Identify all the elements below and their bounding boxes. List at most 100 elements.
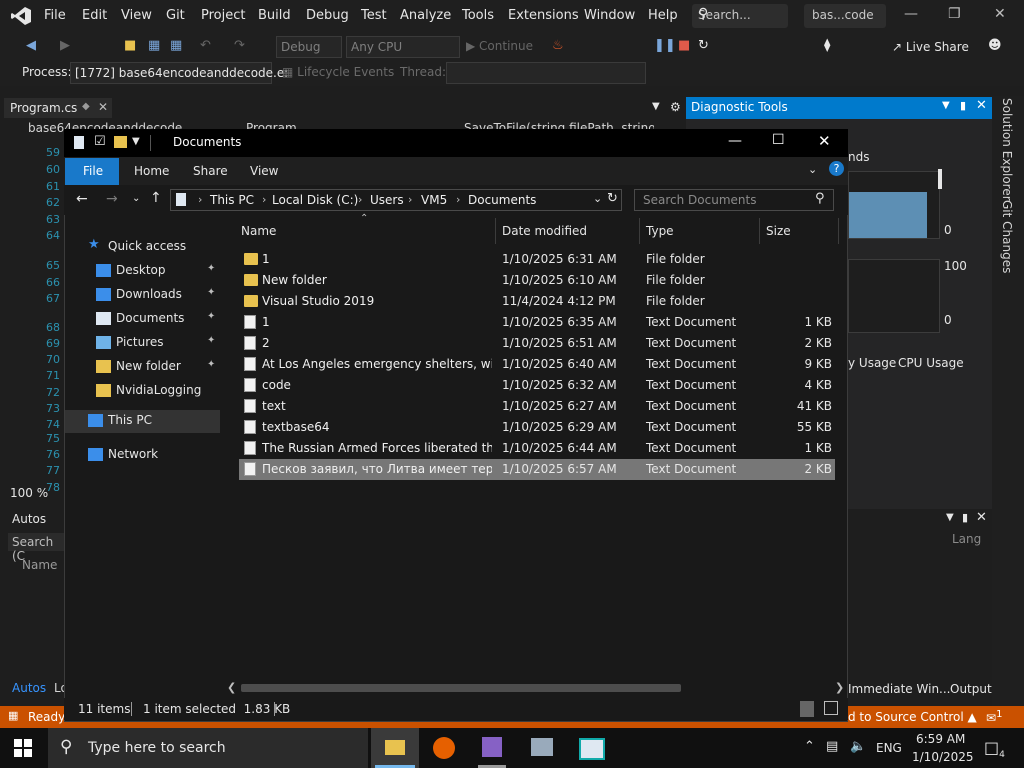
close-tab-icon[interactable]: ✕ [98, 100, 108, 114]
recent-locations-icon[interactable]: ⌄ [132, 193, 140, 204]
pin-icon[interactable]: ✦ [207, 335, 215, 346]
back-icon[interactable]: ◀ [26, 38, 36, 53]
scrollbar-thumb[interactable] [241, 684, 681, 692]
tab-immediate-window[interactable]: Immediate Win... [848, 682, 951, 696]
nav-item-network[interactable]: Network [65, 444, 220, 466]
quick-access-toolbar-dropdown-icon[interactable]: ▼ [132, 136, 140, 147]
breadcrumb-separator[interactable]: › [456, 193, 460, 206]
tab-autos[interactable]: Autos [12, 681, 46, 695]
search-icon[interactable]: ⚲ [815, 191, 825, 206]
diag-close-icon[interactable]: ✕ [976, 98, 987, 113]
action-center-icon[interactable]: □4 [984, 738, 1005, 760]
pause-icon[interactable]: ❚❚ [654, 38, 676, 53]
vs-minimize-icon[interactable]: — [904, 6, 918, 22]
solution-explorer-tab[interactable]: Solution Explorer [1000, 98, 1014, 201]
process-combo[interactable]: [1772] base64encodeanddecode.e: [70, 62, 288, 84]
notifications-icon[interactable]: ✉1 [986, 709, 1002, 725]
save-icon[interactable]: ▦ [148, 38, 160, 53]
nav-item-this-pc[interactable]: This PC [65, 410, 220, 433]
scroll-right-icon[interactable]: ❯ [835, 681, 844, 694]
breadcrumb-local-disk[interactable]: Local Disk (C:) [272, 193, 358, 207]
column-header-type[interactable]: Type [646, 224, 674, 238]
watch-pin-icon[interactable]: ▮ [962, 511, 968, 524]
tab-memory-usage[interactable]: y Usage [848, 356, 896, 370]
column-header-date[interactable]: Date modified [502, 224, 587, 238]
menu-project[interactable]: Project [201, 8, 245, 23]
explorer-maximize-icon[interactable]: ☐ [772, 132, 785, 148]
vs-close-icon[interactable]: ✕ [994, 6, 1006, 22]
nav-up-icon[interactable]: ↑ [150, 190, 162, 206]
vs-search-box[interactable]: Search... ⚲ [692, 4, 788, 28]
live-share-button[interactable]: ↗ Live Share [892, 40, 969, 54]
explorer-close-icon[interactable]: ✕ [818, 132, 831, 150]
nav-item-new-folder[interactable]: New folder ✦ [65, 356, 220, 378]
nav-item-pictures[interactable]: Pictures ✦ [65, 332, 220, 354]
add-to-source-control-button[interactable]: d to Source Control ▲ [848, 710, 977, 724]
address-dropdown-icon[interactable]: ⌄ [593, 192, 602, 205]
tray-time[interactable]: 6:59 AM [916, 732, 965, 746]
breadcrumb-this-pc[interactable]: This PC [210, 193, 254, 207]
pin-icon[interactable]: ✦ [207, 287, 215, 298]
breadcrumb-separator[interactable]: › [408, 193, 412, 206]
menu-view[interactable]: View [121, 8, 152, 23]
menu-window[interactable]: Window [584, 8, 635, 23]
ribbon-tab-view[interactable]: View [250, 164, 278, 178]
menu-file[interactable]: File [44, 8, 66, 23]
profiler-icon[interactable]: ⧫ [824, 38, 830, 53]
open-folder-icon[interactable]: ■ [124, 38, 136, 53]
file-row[interactable]: New folder 1/10/2025 6:10 AM File folder [239, 270, 835, 291]
taskbar-file-explorer[interactable] [371, 728, 419, 768]
tab-dropdown-icon[interactable]: ▼ [652, 101, 660, 112]
refresh-icon[interactable]: ↻ [607, 191, 618, 206]
feedback-icon[interactable]: ☻ [988, 38, 1002, 53]
menu-tools[interactable]: Tools [462, 8, 494, 23]
nav-forward-icon[interactable]: → [106, 191, 118, 207]
explorer-minimize-icon[interactable]: — [728, 133, 742, 149]
menu-extensions[interactable]: Extensions [508, 8, 579, 23]
nav-item-nvidialogging[interactable]: NvidiaLogging [65, 380, 220, 402]
pin-icon[interactable]: ✦ [207, 263, 215, 274]
breadcrumb-separator[interactable]: › [262, 193, 266, 206]
file-row[interactable]: textbase64 1/10/2025 6:29 AM Text Document… [239, 417, 835, 438]
notepad-icon[interactable] [579, 738, 605, 760]
breadcrumb-documents[interactable]: Documents [468, 193, 536, 207]
lifecycle-events-button[interactable]: ▦ Lifecycle Events [282, 65, 394, 79]
explorer-title-bar[interactable]: ☑ ▼ Documents — ☐ ✕ [64, 129, 848, 157]
nav-item-desktop[interactable]: Desktop ✦ [65, 260, 220, 282]
menu-analyze[interactable]: Analyze [400, 8, 451, 23]
breadcrumb-users[interactable]: Users [370, 193, 404, 207]
forward-icon[interactable]: ▶ [60, 38, 70, 53]
solution-name-badge[interactable]: bas...code [804, 4, 886, 28]
file-row[interactable]: 1 1/10/2025 6:35 AM Text Document 1 KB [239, 312, 835, 333]
properties-check-icon[interactable]: ☑ [94, 134, 106, 149]
file-row[interactable]: code 1/10/2025 6:32 AM Text Document 4 KB [239, 375, 835, 396]
tab-program-cs[interactable]: Program.cs ◆ ✕ [4, 98, 112, 118]
continue-button[interactable]: ▶ Continue [466, 39, 533, 53]
zoom-level[interactable]: 100 % [10, 486, 48, 500]
show-hidden-icons-icon[interactable]: ⌃ [804, 739, 815, 754]
scroll-left-icon[interactable]: ❮ [227, 681, 236, 694]
large-icons-view-icon[interactable] [824, 701, 838, 715]
file-row[interactable]: text 1/10/2025 6:27 AM Text Document 41 KB [239, 396, 835, 417]
new-folder-quick-icon[interactable] [114, 136, 127, 148]
ribbon-tab-home[interactable]: Home [134, 164, 169, 178]
menu-git[interactable]: Git [166, 8, 185, 23]
firefox-icon[interactable] [433, 737, 455, 759]
horizontal-scrollbar[interactable]: ❮ ❯ [221, 678, 846, 698]
tab-cpu-usage[interactable]: CPU Usage [898, 356, 964, 370]
stop-icon[interactable]: ■ [678, 38, 690, 53]
explorer-search-box[interactable]: Search Documents ⚲ [634, 189, 834, 211]
save-all-icon[interactable]: ▦ [170, 38, 182, 53]
watch-dropdown-icon[interactable]: ▼ [946, 512, 954, 523]
breadcrumb-separator[interactable]: › [358, 193, 362, 206]
debug-config-combo[interactable]: Debug [276, 36, 342, 58]
undo-icon[interactable]: ↶ [200, 38, 211, 53]
diagnostic-tools-header[interactable]: Diagnostic Tools ▼ ▮ ✕ [686, 97, 992, 119]
menu-test[interactable]: Test [361, 8, 387, 23]
git-changes-tab[interactable]: Git Changes [1000, 200, 1014, 273]
control-panel-icon[interactable] [531, 738, 553, 756]
diag-pin-icon[interactable]: ▮ [960, 99, 966, 112]
input-language[interactable]: ENG [876, 741, 902, 755]
help-icon[interactable]: ? [829, 161, 844, 176]
file-row[interactable]: The Russian Armed Forces liberated three… [239, 438, 835, 459]
